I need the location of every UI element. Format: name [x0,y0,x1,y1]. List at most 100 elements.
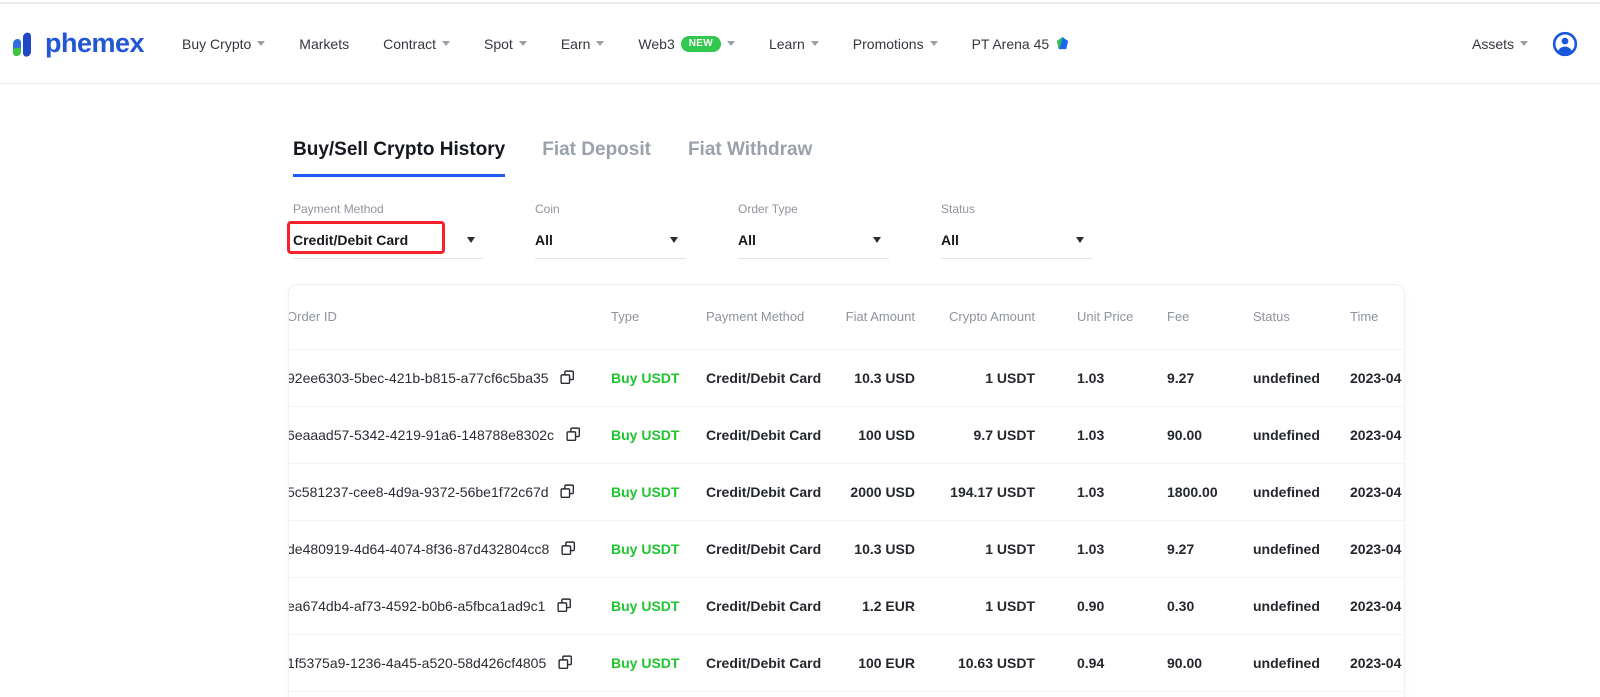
fiat-amount-cell: 2000 USD [841,463,941,520]
copy-icon[interactable] [566,427,581,442]
filter-select[interactable]: All [738,225,889,259]
status-cell: undefined [1241,634,1336,691]
order-id-cell: ea674db4-af73-4592-b0b6-a5fbca1ad9c1 [288,577,591,634]
filter: Order Type All [738,202,889,259]
unit-price-cell: 1.03 [1061,406,1151,463]
time-cell: 2023-04 [1336,406,1405,463]
chevron-down-icon [727,41,735,46]
filter-label: Order Type [738,202,889,216]
chevron-down-icon [873,237,881,243]
status-cell: undefined [1241,520,1336,577]
unit-price-cell: 0.94 [1061,634,1151,691]
filter-label: Payment Method [293,202,483,216]
filter: Coin All [535,202,686,259]
tab[interactable]: Fiat Deposit [542,139,651,177]
history-table-body: 92ee6303-5bec-421b-b815-a77cf6c5ba35 Buy… [288,349,1405,691]
type-cell: Buy USDT [591,520,691,577]
chevron-down-icon [1076,237,1084,243]
phemex-logo[interactable]: phemex [10,28,144,59]
column-header: Order ID [288,285,591,349]
nav-item[interactable]: PT Arena 45 [972,36,1071,52]
filters-row: Payment Method Credit/Debit Card Coin Al… [293,202,1405,259]
column-header: Crypto Amount [941,285,1061,349]
table-header-row: Order IDTypePayment MethodFiat AmountCry… [288,285,1405,349]
copy-icon[interactable] [558,655,573,670]
filter-value-text: All [738,232,756,248]
phemex-logo-icon [10,29,40,59]
nav-item[interactable]: Web3 NEW [638,36,735,52]
nav-item-label: Contract [383,36,436,52]
column-header: Fiat Amount [841,285,941,349]
nav-item-label: Promotions [853,36,924,52]
nav-item-label: PT Arena 45 [972,36,1050,52]
nav-item-label: Markets [299,36,349,52]
history-table: Order IDTypePayment MethodFiat AmountCry… [288,285,1405,692]
type-cell: Buy USDT [591,577,691,634]
table-row: 1f5375a9-1236-4a45-a520-58d426cf4805 Buy… [288,634,1405,691]
filter-value-text: All [941,232,959,248]
payment-method-cell: Credit/Debit Card [691,634,841,691]
user-avatar[interactable] [1552,31,1578,57]
brand-name: phemex [45,28,144,59]
nav-item-label: Spot [484,36,513,52]
type-cell: Buy USDT [591,463,691,520]
unit-price-cell: 0.90 [1061,577,1151,634]
column-header: Time [1336,285,1405,349]
order-id-text: 92ee6303-5bec-421b-b815-a77cf6c5ba35 [288,370,549,386]
status-cell: undefined [1241,463,1336,520]
nav-item[interactable]: Buy Crypto [182,36,265,52]
copy-icon[interactable] [561,541,576,556]
status-cell: undefined [1241,577,1336,634]
time-cell: 2023-04 [1336,349,1405,406]
copy-icon[interactable] [557,598,572,613]
fee-cell: 0.30 [1151,577,1241,634]
crypto-amount-cell: 1 USDT [941,349,1061,406]
chevron-down-icon [811,41,819,46]
main-content: Buy/Sell Crypto History Fiat Deposit Fiat … [288,139,1405,697]
crypto-amount-cell: 1 USDT [941,577,1061,634]
order-id-text: de480919-4d64-4074-8f36-87d432804cc8 [288,541,549,557]
nav-item-label: Buy Crypto [182,36,251,52]
column-header: Status [1241,285,1336,349]
time-cell: 2023-04 [1336,463,1405,520]
chevron-down-icon [257,41,265,46]
payment-method-cell: Credit/Debit Card [691,520,841,577]
order-id-cell: 5c581237-cee8-4d9a-9372-56be1f72c67d [288,463,591,520]
order-id-text: 5c581237-cee8-4d9a-9372-56be1f72c67d [288,484,549,500]
nav-item[interactable]: Learn [769,36,819,52]
type-cell: Buy USDT [591,349,691,406]
table-row: ea674db4-af73-4592-b0b6-a5fbca1ad9c1 Buy… [288,577,1405,634]
nav-item[interactable]: Markets [299,36,349,52]
fee-cell: 9.27 [1151,349,1241,406]
crypto-amount-cell: 10.63 USDT [941,634,1061,691]
filter-select[interactable]: Credit/Debit Card [293,225,483,259]
order-id-cell: 1f5375a9-1236-4a45-a520-58d426cf4805 [288,634,591,691]
fiat-amount-cell: 1.2 EUR [841,577,941,634]
copy-icon[interactable] [560,484,575,499]
nav-item[interactable]: Spot [484,36,527,52]
fee-cell: 9.27 [1151,520,1241,577]
order-id-cell: 92ee6303-5bec-421b-b815-a77cf6c5ba35 [288,349,591,406]
filter-select[interactable]: All [535,225,686,259]
nav-item[interactable]: Promotions [853,36,938,52]
order-id-cell: de480919-4d64-4074-8f36-87d432804cc8 [288,520,591,577]
nav-item-label: Earn [561,36,591,52]
nav-item[interactable]: Contract [383,36,450,52]
fiat-amount-cell: 10.3 USD [841,520,941,577]
history-card: Order IDTypePayment MethodFiat AmountCry… [288,284,1405,697]
tab[interactable]: Fiat Withdraw [688,139,812,177]
assets-menu[interactable]: Assets [1472,36,1528,52]
nav-item[interactable]: Earn [561,36,605,52]
fiat-amount-cell: 100 EUR [841,634,941,691]
tab[interactable]: Buy/Sell Crypto History [293,139,505,177]
fee-cell: 90.00 [1151,406,1241,463]
filter-select[interactable]: All [941,225,1092,259]
type-cell: Buy USDT [591,406,691,463]
copy-icon[interactable] [560,370,575,385]
filter-value-text: All [535,232,553,248]
filter: Payment Method Credit/Debit Card [293,202,483,259]
chevron-down-icon [670,237,678,243]
column-header: Payment Method [691,285,841,349]
fee-cell: 90.00 [1151,634,1241,691]
chevron-down-icon [467,237,475,243]
